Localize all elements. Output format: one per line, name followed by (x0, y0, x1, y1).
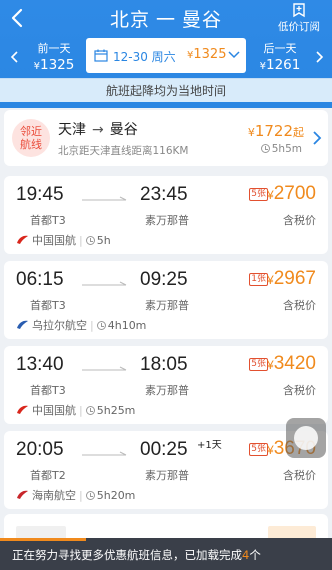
airline-info: 乌拉尔航空 | 4h10m (16, 317, 146, 333)
airline-info: 中国国航 | 5h (16, 232, 111, 248)
flight-card[interactable]: 06:15 09:25 首都T3 素万那普 1张 ¥2967 含税价乌拉尔航空 | 4h10m (4, 261, 328, 339)
origin-city: 北京 (109, 9, 150, 31)
calendar-icon (94, 49, 108, 62)
airline-info: 中国国航 | 5h25m (16, 402, 135, 418)
header: 北京一曼谷 低价订阅 前一天 ¥1325 12-30 周六 ¥1325 后一天 … (0, 0, 332, 108)
selected-date-price: ¥1325 (187, 47, 227, 62)
selected-date-button[interactable]: 12-30 周六 ¥1325 (86, 38, 246, 73)
floating-assistant-button[interactable] (286, 418, 326, 458)
departure-time: 13:40 (16, 354, 64, 375)
departure-time: 19:45 (16, 184, 64, 205)
arrival-time: 00:25 (140, 439, 188, 460)
flight-duration: 5h20m (96, 489, 136, 502)
assistant-icon (294, 426, 318, 450)
seats-left-badge: 5张 (249, 443, 268, 456)
price-subscribe-button[interactable]: 低价订阅 (272, 2, 326, 34)
local-time-notice: 航班起降均为当地时间 (0, 78, 332, 102)
airline-logo-icon (17, 490, 28, 499)
arrival-airport: 素万那普 (145, 299, 189, 312)
bell-icon (293, 3, 305, 18)
prev-day-price: ¥1325 (33, 57, 75, 73)
clock-icon (85, 406, 95, 415)
flight-arrow-icon (82, 366, 127, 371)
chevron-right-icon (313, 131, 322, 145)
flight-price: ¥2967 (267, 268, 316, 289)
clock-icon (85, 236, 95, 245)
airline-name: 中国国航 (32, 404, 76, 417)
flight-price: ¥3420 (267, 353, 316, 374)
airline-name: 中国国航 (32, 234, 76, 247)
tax-included-label: 含税价 (283, 299, 316, 312)
nearby-route-price: ¥1722起 (247, 122, 304, 140)
airline-name: 海南航空 (32, 489, 76, 502)
chevron-down-icon (228, 51, 240, 59)
tax-included-label: 含税价 (283, 384, 316, 397)
arrival-airport: 素万那普 (145, 469, 189, 482)
seats-left-badge: 5张 (249, 358, 268, 371)
price-subscribe-label: 低价订阅 (278, 21, 320, 33)
nearby-route-cities: 天津 → 曼谷 (58, 122, 138, 138)
seats-left-badge: 5张 (249, 188, 268, 201)
flight-arrow-icon (82, 451, 127, 456)
next-day-price: ¥1261 (259, 57, 301, 73)
departure-airport: 首都T3 (30, 299, 66, 312)
clock-icon (96, 321, 106, 330)
flight-card[interactable]: 20:0500:25+1天首都T2素万那普5张¥3670含税价海南航空|5h20… (4, 431, 328, 509)
chevron-right-icon[interactable] (312, 46, 326, 68)
arrival-time: 09:25 (140, 269, 188, 290)
arrival-time: 18:05 (140, 354, 188, 375)
flight-price: ¥2700 (267, 183, 316, 204)
nearby-route-duration: 5h5m (260, 143, 302, 155)
departure-airport: 首都T3 (30, 214, 66, 227)
tax-included-label: 含税价 (283, 214, 316, 227)
date-strip: 前一天 ¥1325 12-30 周六 ¥1325 后一天 ¥1261 (0, 38, 332, 76)
flight-card[interactable]: 19:45 23:45 首都T3 素万那普 5张 ¥2700 含税价中国国航 | 5h (4, 176, 328, 254)
next-day-marker: +1天 (197, 440, 222, 451)
airline-logo-icon (17, 235, 28, 244)
arrival-airport: 素万那普 (145, 384, 189, 397)
airline-logo-icon (17, 320, 28, 329)
nearby-route-badge: 邻近 航线 (12, 119, 50, 157)
chevron-left-icon[interactable] (8, 46, 22, 68)
nearby-route-card[interactable]: 邻近 航线 天津 → 曼谷 北京距天津直线距离116KM ¥1722起 5h5m (4, 110, 328, 166)
loaded-unit: 个 (249, 548, 261, 562)
nearby-route-distance: 北京距天津直线距离116KM (58, 145, 189, 157)
next-day-label: 后一天 (263, 42, 297, 55)
departure-time: 20:05 (16, 439, 64, 460)
arrival-time: 23:45 (140, 184, 188, 205)
loading-status: 正在努力寻找更多优惠航班信息，已加载完成4个 (0, 541, 332, 570)
clock-icon (85, 491, 95, 500)
flight-duration: 5h25m (96, 404, 136, 417)
route-dash: 一 (155, 9, 176, 31)
departure-time: 06:15 (16, 269, 64, 290)
clock-icon (260, 144, 270, 153)
flight-duration: 4h10m (107, 319, 147, 332)
next-day-button[interactable]: 后一天 ¥1261 (250, 40, 310, 73)
airline-name: 乌拉尔航空 (32, 319, 87, 332)
arrival-airport: 素万那普 (145, 214, 189, 227)
flight-card[interactable]: 13:40 18:05 首都T3 素万那普 5张 ¥3420 含税价中国国航 | 5h25m (4, 346, 328, 424)
prev-day-button[interactable]: 前一天 ¥1325 (24, 40, 84, 73)
departure-airport: 首都T2 (30, 469, 66, 482)
departure-airport: 首都T3 (30, 384, 66, 397)
flight-arrow-icon (82, 196, 127, 201)
tax-included-label: 含税价 (283, 469, 316, 482)
flight-duration: 5h (96, 234, 111, 247)
flight-arrow-icon (82, 281, 127, 286)
loading-text: 正在努力寻找更多优惠航班信息，已加载完成 (12, 548, 242, 562)
selected-date: 12-30 周六 (113, 50, 176, 64)
destination-city: 曼谷 (182, 9, 223, 31)
seats-left-badge: 1张 (249, 273, 268, 286)
prev-day-label: 前一天 (37, 42, 71, 55)
airline-logo-icon (17, 405, 28, 414)
airline-info: 海南航空 | 5h20m (16, 487, 135, 503)
